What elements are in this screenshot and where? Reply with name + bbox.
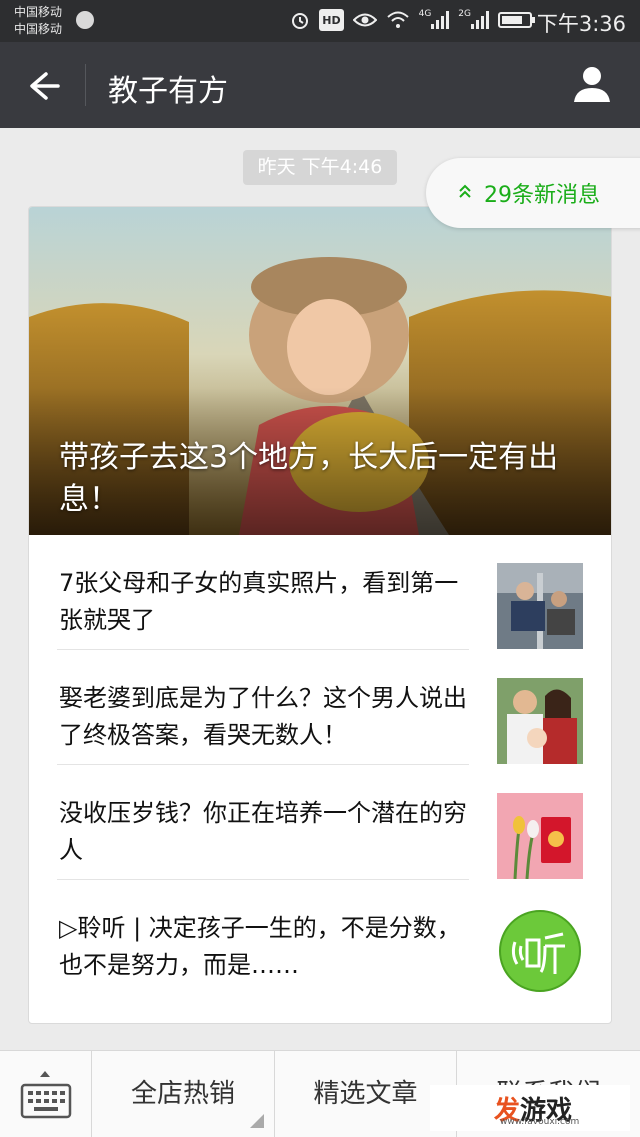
site-watermark: 发游戏 www.favouxi.com xyxy=(430,1085,630,1131)
net-2-label: 2G xyxy=(458,9,471,19)
watermark-url: www.favouxi.com xyxy=(500,1117,580,1127)
status-time: 下午3:36 xyxy=(536,12,626,36)
list-item[interactable]: 没收压岁钱？你正在培养一个潜在的穷人 xyxy=(29,765,611,880)
article-title: 7张父母和子女的真实照片，看到第一张就哭了 xyxy=(59,569,459,634)
hd-badge: HD xyxy=(319,9,344,31)
battery-icon xyxy=(498,9,535,31)
alarm-icon xyxy=(290,9,310,31)
new-messages-button[interactable]: 29条新消息 xyxy=(426,158,640,228)
article-thumbnail xyxy=(497,563,583,649)
wifi-icon xyxy=(386,9,410,31)
keyboard-icon xyxy=(20,1071,72,1119)
article-title: ▷聆听 | 决定孩子一生的，不是分数，也不是努力，而是…… xyxy=(59,914,461,979)
article-card[interactable]: 带孩子去这3个地方，长大后一定有出息！ 7张父母和子女的真实照片，看到第一张就哭… xyxy=(28,206,612,1024)
submenu-indicator-icon xyxy=(250,1114,264,1128)
notification-icon xyxy=(76,11,94,29)
status-icons: HD 4G 2G xyxy=(290,9,535,31)
menu-hot-sales[interactable]: 全店热销 xyxy=(92,1051,275,1137)
message-timestamp: 昨天 下午4:46 xyxy=(243,150,397,185)
title-bar: 教子有方 xyxy=(0,42,640,128)
back-arrow-icon[interactable] xyxy=(20,64,64,108)
hero-article[interactable]: 带孩子去这3个地方，长大后一定有出息！ xyxy=(29,207,611,535)
article-title: 娶老婆到底是为了什么？这个男人说出了终极答案，看哭无数人！ xyxy=(59,684,467,749)
double-chevron-up-icon xyxy=(458,183,472,204)
new-messages-label: 29条新消息 xyxy=(484,183,600,208)
carrier-1: 中国移动 xyxy=(14,5,63,19)
net-1-label: 4G xyxy=(418,9,432,19)
article-thumbnail xyxy=(497,793,583,879)
menu-label: 全店热销 xyxy=(130,1079,235,1109)
title-divider xyxy=(85,64,86,106)
carrier-labels: 中国移动 中国移动 xyxy=(14,4,62,38)
list-item[interactable]: 7张父母和子女的真实照片，看到第一张就哭了 xyxy=(29,535,611,650)
status-bar: 中国移动 中国移动 HD 4G 2G 下午3:36 xyxy=(0,0,640,42)
signal-4g-icon: 4G xyxy=(419,9,450,31)
article-thumbnail xyxy=(497,678,583,764)
carrier-2: 中国移动 xyxy=(14,22,63,36)
signal-2g-icon: 2G xyxy=(458,9,489,31)
keyboard-toggle-button[interactable] xyxy=(0,1051,92,1137)
page-title: 教子有方 xyxy=(108,75,228,108)
listen-icon xyxy=(497,908,583,994)
person-icon[interactable] xyxy=(570,62,614,106)
article-title: 没收压岁钱？你正在培养一个潜在的穷人 xyxy=(59,799,467,864)
menu-label: 精选文章 xyxy=(313,1079,418,1109)
hero-title: 带孩子去这3个地方，长大后一定有出息！ xyxy=(59,440,559,517)
list-item[interactable]: ▷聆听 | 决定孩子一生的，不是分数，也不是努力，而是…… xyxy=(29,880,611,995)
list-item[interactable]: 娶老婆到底是为了什么？这个男人说出了终极答案，看哭无数人！ xyxy=(29,650,611,765)
eye-icon xyxy=(352,9,377,31)
